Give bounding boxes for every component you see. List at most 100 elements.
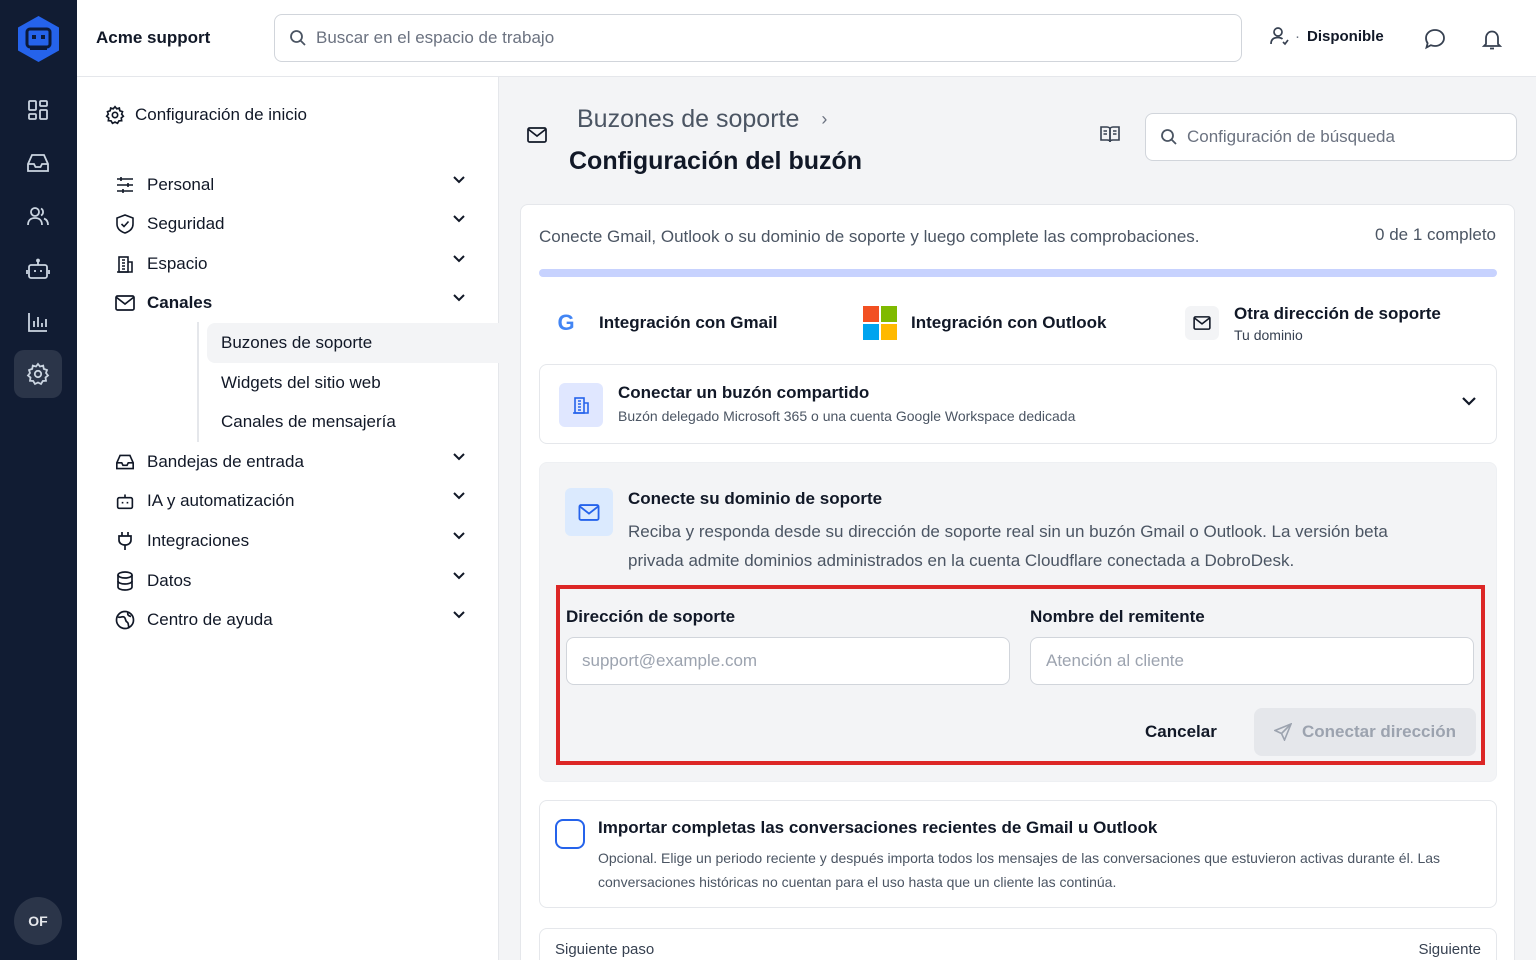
- sidebar-item-security[interactable]: Seguridad: [115, 206, 465, 242]
- chevron-down-icon: [453, 492, 465, 500]
- cancel-button[interactable]: Cancelar: [1145, 722, 1217, 742]
- avatar[interactable]: OF: [14, 897, 62, 945]
- chevron-down-icon: [453, 453, 465, 461]
- support-address-input[interactable]: [566, 637, 1010, 685]
- shared-mailbox-accordion[interactable]: Conectar un buzón compartido Buzón deleg…: [539, 364, 1497, 444]
- sidebar-item-label: Seguridad: [147, 214, 225, 233]
- chevron-down-icon: [453, 294, 465, 302]
- import-checkbox[interactable]: [555, 819, 585, 849]
- app-logo-icon[interactable]: [16, 14, 61, 64]
- mail-icon: [565, 488, 613, 536]
- sidebar-item-data[interactable]: Datos: [115, 563, 465, 599]
- inbox-icon: [115, 452, 135, 472]
- breadcrumb-link[interactable]: Buzones de soporte: [577, 105, 799, 134]
- building-icon: [115, 254, 135, 274]
- settings-home-label: Configuración de inicio: [135, 105, 307, 124]
- sidebar-item-label: Integraciones: [147, 531, 250, 550]
- gear-icon: [105, 105, 125, 125]
- chart-icon[interactable]: [14, 298, 62, 346]
- bot-icon[interactable]: [14, 245, 62, 293]
- bot-icon: [115, 491, 135, 511]
- microsoft-icon: [863, 306, 897, 340]
- breadcrumb-separator-icon: ›: [821, 109, 828, 129]
- next-step-label: Siguiente paso: [555, 941, 655, 958]
- settings-sidebar: Configuración de inicio Personal Segurid…: [77, 77, 551, 960]
- main-content: Buzones de soporte › Configuración del b…: [499, 77, 1536, 960]
- settings-icon[interactable]: [14, 350, 62, 398]
- chevron-down-icon: [453, 532, 465, 540]
- sidebar-item-space[interactable]: Espacio: [115, 246, 465, 282]
- support-address-label: Dirección de soporte: [566, 607, 736, 626]
- chevron-down-icon: [453, 611, 465, 619]
- support-domain-panel: Conecte su dominio de soporte Reciba y r…: [539, 462, 1497, 782]
- sidebar-item-label: Centro de ayuda: [147, 610, 273, 629]
- top-bar: Acme support · Disponible: [77, 0, 1536, 77]
- bell-icon[interactable]: [1479, 26, 1505, 52]
- gmail-option[interactable]: G Integración con Gmail: [549, 293, 778, 353]
- sender-name-label: Nombre del remitente: [1030, 607, 1205, 626]
- domain-title: Conecte su dominio de soporte: [628, 489, 883, 508]
- other-option-sub: Tu dominio: [1234, 326, 1303, 343]
- shared-mailbox-desc: Buzón delegado Microsoft 365 o una cuent…: [618, 408, 1076, 424]
- inbox-icon[interactable]: [14, 139, 62, 187]
- send-icon: [1274, 723, 1292, 741]
- mail-icon: [527, 127, 547, 143]
- building-icon: [559, 383, 603, 427]
- status-label: Disponible: [1307, 27, 1384, 45]
- sidebar-item-integrations[interactable]: Integraciones: [115, 523, 465, 559]
- gmail-option-label: Integración con Gmail: [599, 313, 778, 332]
- chat-icon[interactable]: [1422, 26, 1448, 52]
- import-title: Importar completas las conversaciones re…: [598, 818, 1158, 837]
- users-icon[interactable]: [14, 192, 62, 240]
- sender-name-input[interactable]: [1030, 637, 1474, 685]
- book-icon[interactable]: [1100, 125, 1120, 143]
- sidebar-item-personal[interactable]: Personal: [115, 167, 465, 203]
- mail-icon: [1185, 306, 1219, 340]
- database-icon: [115, 571, 135, 591]
- chevron-down-icon[interactable]: [1462, 397, 1476, 406]
- dashboard-icon[interactable]: [14, 86, 62, 134]
- workspace-search[interactable]: [274, 14, 1242, 62]
- import-conversations-option: Importar completas las conversaciones re…: [539, 800, 1497, 908]
- sidebar-item-ai-automation[interactable]: IA y automatización: [115, 483, 465, 519]
- subnav-line: [197, 322, 199, 442]
- next-button[interactable]: Siguiente: [1418, 941, 1481, 958]
- sidebar-item-help-center[interactable]: Centro de ayuda: [115, 602, 465, 638]
- mail-icon: [115, 293, 135, 313]
- availability-status[interactable]: · Disponible: [1269, 26, 1384, 46]
- shield-icon: [115, 214, 135, 234]
- chevron-down-icon: [453, 176, 465, 184]
- sidebar-item-label: Personal: [147, 175, 215, 194]
- sidebar-item-label: Canales: [147, 293, 213, 312]
- breadcrumb: Buzones de soporte ›: [577, 105, 827, 134]
- app-rail: OF: [0, 0, 77, 960]
- progress-text: 0 de 1 completo: [1375, 225, 1496, 244]
- workspace-name[interactable]: Acme support: [96, 28, 210, 48]
- chevron-down-icon: [453, 572, 465, 580]
- other-option-label: Otra dirección de soporte: [1234, 303, 1441, 323]
- sliders-icon: [115, 175, 135, 195]
- mailbox-setup-card: Conecte Gmail, Outlook o su dominio de s…: [520, 204, 1515, 960]
- sidebar-item-label: Bandejas de entrada: [147, 452, 304, 471]
- sidebar-item-inboxes[interactable]: Bandejas de entrada: [115, 444, 465, 480]
- search-icon: [1161, 129, 1177, 145]
- next-step-bar: Siguiente paso Siguiente: [539, 928, 1497, 960]
- workspace-search-input[interactable]: [316, 28, 1126, 48]
- settings-search-input[interactable]: [1187, 127, 1490, 147]
- setup-intro: Conecte Gmail, Outlook o su dominio de s…: [539, 227, 1200, 246]
- chevron-down-icon: [453, 255, 465, 263]
- outlook-option[interactable]: Integración con Outlook: [863, 293, 1107, 353]
- connect-address-label: Conectar dirección: [1302, 722, 1456, 741]
- settings-home-link[interactable]: Configuración de inicio: [105, 105, 307, 125]
- connect-address-button[interactable]: Conectar dirección: [1254, 708, 1476, 756]
- import-desc: Opcional. Elige un periodo reciente y de…: [598, 850, 1441, 890]
- outlook-option-label: Integración con Outlook: [911, 313, 1107, 332]
- sidebar-item-label: IA y automatización: [147, 491, 295, 510]
- sidebar-item-label: Datos: [147, 571, 192, 590]
- google-icon: G: [557, 310, 575, 335]
- plug-icon: [115, 531, 135, 551]
- settings-search[interactable]: [1145, 113, 1517, 161]
- sidebar-item-channels[interactable]: Canales: [115, 285, 465, 321]
- other-address-option[interactable]: Otra dirección de soporte Tu dominio: [1185, 293, 1441, 353]
- support-address-form: Dirección de soporte Nombre del remitent…: [556, 585, 1485, 765]
